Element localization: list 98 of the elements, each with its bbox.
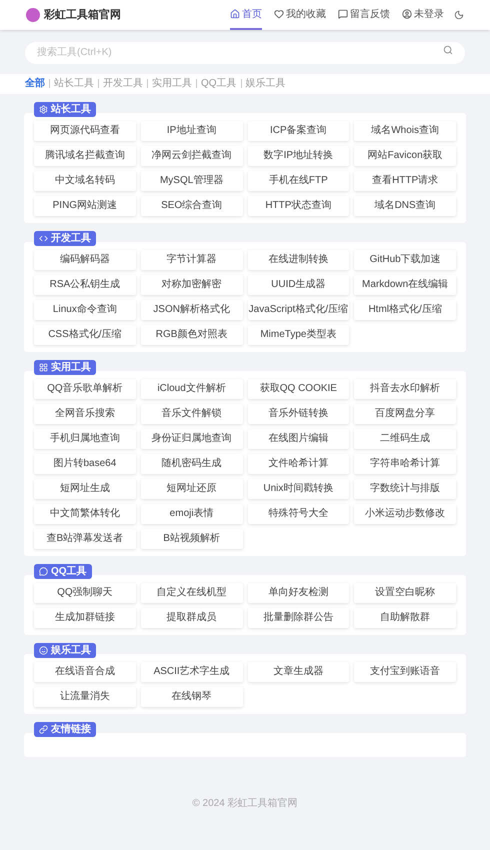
tool-button[interactable]: RSA公私钥生成 — [34, 274, 136, 294]
tool-button[interactable]: 全网音乐搜索 — [34, 404, 136, 424]
nav-link[interactable]: 留言反馈 — [338, 0, 390, 30]
filter-tab[interactable]: 全部 — [25, 76, 45, 91]
tool-button[interactable]: 字节计算器 — [140, 250, 242, 270]
tool-button[interactable]: 域名Whois查询 — [354, 120, 456, 140]
tool-button[interactable]: iCloud文件解析 — [140, 378, 242, 398]
tool-button[interactable]: 图片转base64 — [34, 454, 136, 474]
tool-button[interactable]: RGB颜色对照表 — [140, 324, 242, 344]
section-badge: QQ工具 — [34, 564, 92, 578]
tool-button[interactable]: 音乐外链转换 — [248, 404, 350, 424]
tool-button[interactable]: 数字IP地址转换 — [248, 146, 350, 166]
tool-button[interactable]: 中文简繁体转化 — [34, 504, 136, 524]
smiley-icon — [39, 646, 48, 654]
nav-link[interactable]: 未登录 — [402, 0, 444, 30]
footer-copyright: © 2024 彩虹工具箱官网 — [192, 796, 298, 811]
tool-button[interactable]: 编码解码器 — [34, 250, 136, 270]
tool-button[interactable]: MySQL管理器 — [140, 170, 242, 190]
tool-button[interactable]: 自定义在线机型 — [140, 582, 242, 602]
user-icon — [402, 9, 412, 19]
tool-button[interactable]: 音乐文件解锁 — [140, 404, 242, 424]
tool-button[interactable]: 单向好友检测 — [248, 582, 350, 602]
tool-button[interactable]: HTTP状态查询 — [248, 196, 350, 216]
tool-button[interactable]: 手机在线FTP — [248, 170, 350, 190]
chat-icon — [338, 9, 348, 19]
chat-bubble-icon — [39, 566, 48, 576]
tool-button[interactable]: 对称加密解密 — [140, 274, 242, 294]
tool-button[interactable]: PING网站测速 — [34, 196, 136, 216]
tool-button[interactable]: 短网址还原 — [140, 478, 242, 498]
nav-link[interactable]: 首页 — [230, 0, 262, 30]
tool-button[interactable]: 字数统计与排版 — [354, 478, 456, 498]
search-icon[interactable] — [443, 45, 453, 55]
tool-button[interactable]: 让流量消失 — [34, 686, 136, 706]
tool-button[interactable]: MimeType类型表 — [248, 324, 350, 344]
tool-button[interactable]: 在线进制转换 — [248, 250, 350, 270]
tool-button[interactable]: JavaScript格式化/压缩 — [248, 300, 350, 320]
tool-button[interactable]: 短网址生成 — [34, 478, 136, 498]
home-icon — [230, 9, 240, 19]
dark-mode-icon[interactable] — [454, 10, 464, 20]
code-icon — [39, 234, 48, 242]
section-badge: 开发工具 — [34, 230, 96, 246]
tool-button[interactable]: 自助解散群 — [354, 608, 456, 628]
tool-button[interactable]: Linux命令查询 — [34, 300, 136, 320]
heart-icon — [274, 9, 284, 19]
tool-button[interactable]: ASCII艺术字生成 — [140, 662, 242, 682]
tool-button[interactable]: 净网云剑拦截查询 — [140, 146, 242, 166]
tool-button[interactable]: JSON解析格式化 — [140, 300, 242, 320]
tool-button[interactable]: 身份证归属地查询 — [140, 428, 242, 448]
tool-button[interactable]: 中文域名转码 — [34, 170, 136, 190]
tool-button[interactable]: QQ强制聊天 — [34, 582, 136, 602]
tool-button[interactable]: 域名DNS查询 — [354, 196, 456, 216]
tool-button[interactable]: 批量删除群公告 — [248, 608, 350, 628]
tool-button[interactable]: Html格式化/压缩 — [354, 300, 456, 320]
tool-button[interactable]: 生成加群链接 — [34, 608, 136, 628]
tool-button[interactable]: ICP备案查询 — [248, 120, 350, 140]
nav-link[interactable]: 我的收藏 — [274, 0, 326, 30]
tool-button[interactable]: emoji表情 — [140, 504, 242, 524]
tool-button[interactable]: 网站Favicon获取 — [354, 146, 456, 166]
tool-button[interactable]: 在线语音合成 — [34, 662, 136, 682]
tool-button[interactable]: 网页源代码查看 — [34, 120, 136, 140]
grid-icon — [39, 362, 48, 372]
section-badge: 实用工具 — [34, 360, 96, 374]
tool-button[interactable]: CSS格式化/压缩 — [34, 324, 136, 344]
tool-button[interactable]: B站视频解析 — [140, 528, 242, 548]
tool-button[interactable]: 支付宝到账语音 — [354, 662, 456, 682]
tool-button[interactable]: Markdown在线编辑 — [354, 274, 456, 294]
tool-button[interactable]: Unix时间戳转换 — [248, 478, 350, 498]
tool-button[interactable]: 文章生成器 — [248, 662, 350, 682]
tool-button[interactable]: UUID生成器 — [248, 274, 350, 294]
section-badge: 娱乐工具 — [34, 642, 96, 658]
tool-button[interactable]: 字符串哈希计算 — [354, 454, 456, 474]
tool-button[interactable]: 设置空白昵称 — [354, 582, 456, 602]
section-badge: 站长工具 — [34, 102, 96, 116]
tool-button[interactable]: 获取QQ COOKIE — [248, 378, 350, 398]
logo-icon — [26, 8, 40, 22]
tool-button[interactable]: GitHub下载加速 — [354, 250, 456, 270]
tool-button[interactable]: 随机密码生成 — [140, 454, 242, 474]
tool-button[interactable]: 百度网盘分享 — [354, 404, 456, 424]
tool-button[interactable]: IP地址查询 — [140, 120, 242, 140]
search-field[interactable]: 搜索工具(Ctrl+K) — [25, 42, 465, 64]
tool-button[interactable]: 在线图片编辑 — [248, 428, 350, 448]
tool-button[interactable]: 提取群成员 — [140, 608, 242, 628]
tool-button[interactable]: 在线钢琴 — [140, 686, 242, 706]
tool-button[interactable]: 抖音去水印解析 — [354, 378, 456, 398]
tool-button[interactable]: 二维码生成 — [354, 428, 456, 448]
tool-button[interactable]: 腾讯域名拦截查询 — [34, 146, 136, 166]
settings-icon — [39, 104, 48, 114]
site-logo[interactable]: 彩虹工具箱官网 — [44, 6, 121, 24]
tool-button[interactable]: 特殊符号大全 — [248, 504, 350, 524]
tool-button[interactable]: SEO综合查询 — [140, 196, 242, 216]
tool-button[interactable]: QQ音乐歌单解析 — [34, 378, 136, 398]
tool-button[interactable]: 手机归属地查询 — [34, 428, 136, 448]
section-badge: 友情链接 — [34, 722, 96, 736]
tool-button[interactable]: 查看HTTP请求 — [354, 170, 456, 190]
tool-button[interactable]: 小米运动步数修改 — [354, 504, 456, 524]
link-icon — [39, 724, 48, 734]
tool-button[interactable]: 查B站弹幕发送者 — [34, 528, 136, 548]
tool-button[interactable]: 文件哈希计算 — [248, 454, 350, 474]
